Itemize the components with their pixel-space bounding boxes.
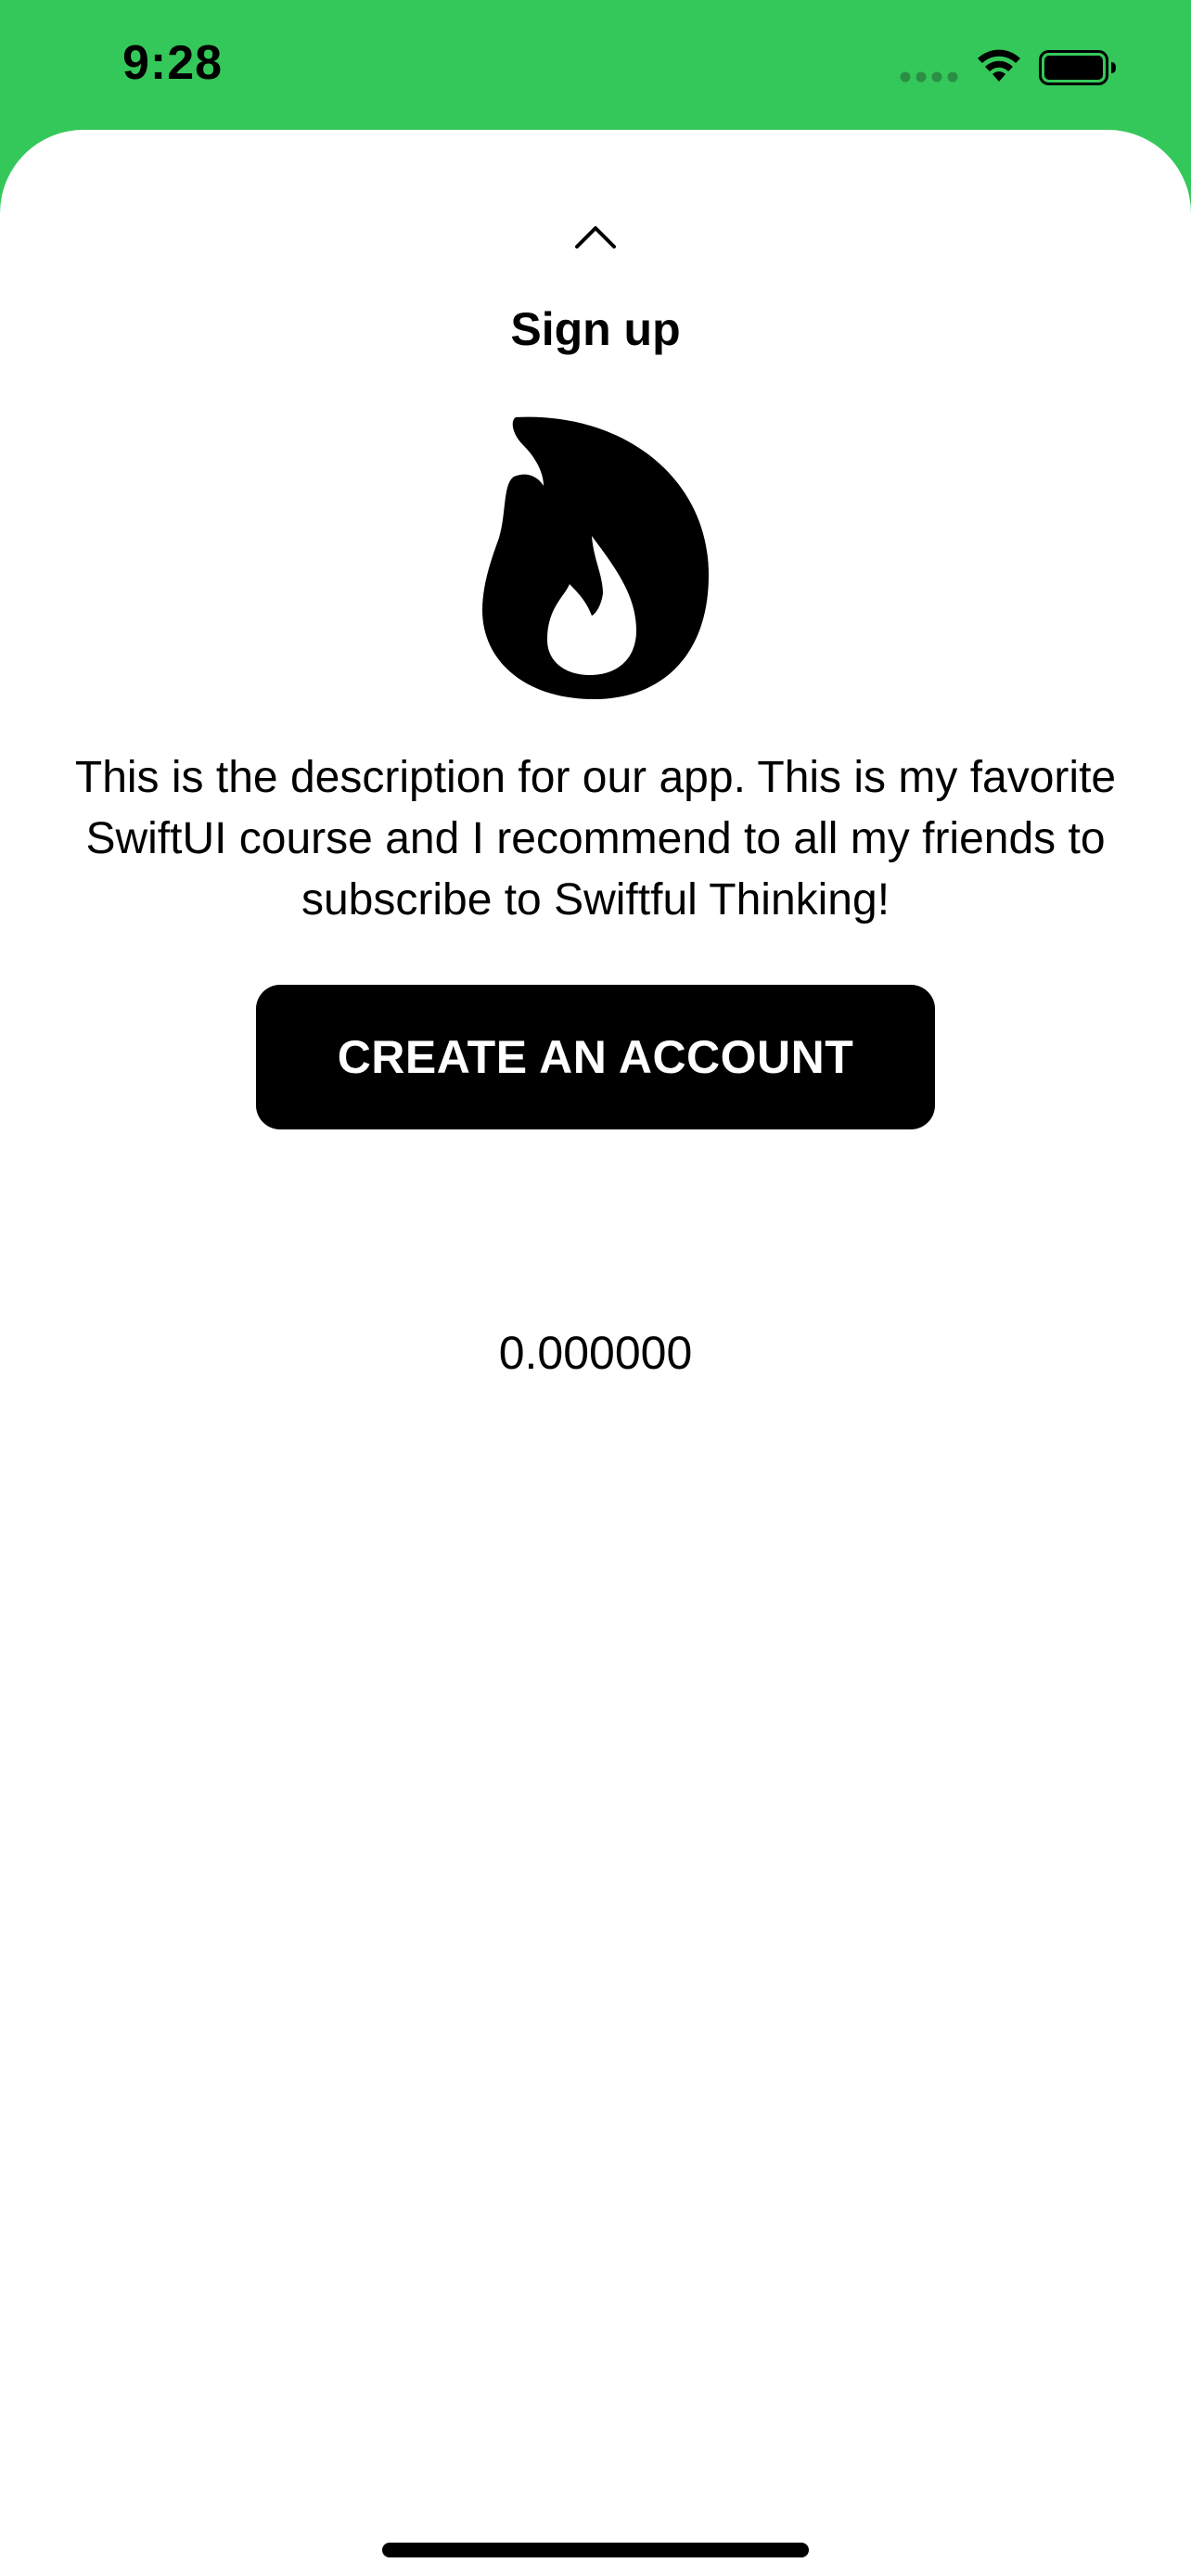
home-indicator[interactable]	[382, 2543, 809, 2557]
create-account-button[interactable]: CREATE AN ACCOUNT	[256, 985, 935, 1129]
app-screen: 9:28 Sign up This is the description for…	[0, 0, 1191, 2576]
page-title: Sign up	[510, 303, 681, 355]
cellular-signal-icon	[900, 71, 958, 83]
flame-icon	[482, 416, 709, 699]
wifi-icon	[978, 49, 1020, 82]
battery-icon	[1039, 50, 1116, 85]
status-time: 9:28	[122, 36, 224, 90]
signup-sheet: Sign up This is the description for our …	[0, 130, 1191, 2576]
drag-offset-value: 0.000000	[498, 1327, 693, 1379]
app-description: This is the description for our app. Thi…	[74, 753, 1117, 925]
chevron-up-icon[interactable]	[573, 223, 618, 250]
status-bar: 9:28	[0, 0, 1191, 130]
